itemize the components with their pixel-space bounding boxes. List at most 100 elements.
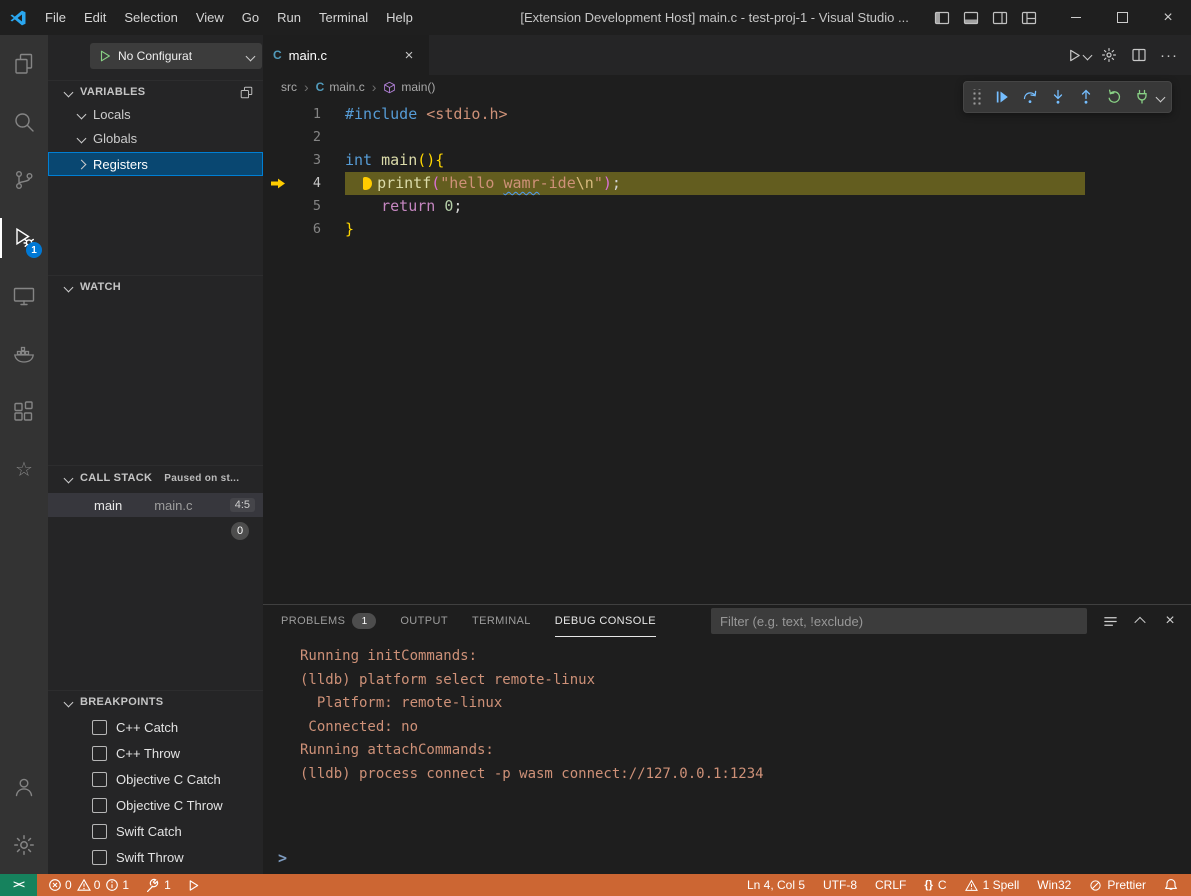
breadcrumb-symbol[interactable]: main(): [383, 80, 435, 94]
debug-config-dropdown[interactable]: No Configurat: [90, 43, 262, 69]
menu-selection[interactable]: Selection: [115, 0, 186, 35]
run-file-button[interactable]: [1067, 43, 1091, 67]
menu-run[interactable]: Run: [268, 0, 310, 35]
breadcrumb-file[interactable]: C main.c: [316, 80, 365, 94]
more-actions-button[interactable]: ···: [1157, 43, 1181, 67]
sidebar-item-search[interactable]: [0, 93, 48, 151]
panel-tab-terminal[interactable]: TERMINAL: [472, 605, 531, 637]
remote-indicator[interactable]: ><: [0, 874, 37, 896]
breakpoint-checkbox[interactable]: [92, 772, 107, 787]
notifications-button[interactable]: [1159, 878, 1183, 892]
folding-margin[interactable]: [321, 195, 345, 218]
problems-status[interactable]: 0 0 1: [43, 878, 134, 892]
menu-view[interactable]: View: [187, 0, 233, 35]
copy-icon[interactable]: [240, 86, 253, 99]
step-out-button[interactable]: [1073, 84, 1099, 110]
folding-margin[interactable]: [321, 172, 345, 195]
breakpoint-c-catch[interactable]: C++ Catch: [48, 714, 263, 740]
sidebar-item-favorites[interactable]: ☆: [0, 441, 48, 499]
tools-status[interactable]: 1: [140, 878, 176, 892]
section-header-call-stack[interactable]: CALL STACK Paused on st...: [48, 465, 263, 490]
code-line-6[interactable]: 6}: [263, 218, 1191, 241]
split-editor-button[interactable]: [1127, 43, 1151, 67]
menu-go[interactable]: Go: [233, 0, 268, 35]
console-lines-icon[interactable]: [1099, 610, 1121, 632]
breakpoint-c-throw[interactable]: C++ Throw: [48, 740, 263, 766]
sidebar-item-extensions[interactable]: [0, 383, 48, 441]
breakpoint-checkbox[interactable]: [92, 720, 107, 735]
sidebar-item-remote-explorer[interactable]: [0, 267, 48, 325]
code-line-3[interactable]: 3int main(){: [263, 149, 1191, 172]
code-line-2[interactable]: 2: [263, 126, 1191, 149]
breakpoint-checkbox[interactable]: [92, 746, 107, 761]
breakpoint-checkbox[interactable]: [92, 850, 107, 865]
close-tab-icon[interactable]: ×: [399, 45, 419, 65]
code-line-5[interactable]: 5 return 0;: [263, 195, 1191, 218]
continue-button[interactable]: [989, 84, 1015, 110]
code-area[interactable]: 1#include <stdio.h>23int main(){4 printf…: [263, 99, 1191, 604]
language-mode[interactable]: {} C: [919, 878, 951, 892]
folding-margin[interactable]: [321, 103, 345, 126]
variables-group-registers[interactable]: Registers: [48, 152, 263, 176]
breakpoint-gutter[interactable]: [263, 195, 293, 218]
toggle-panel-icon[interactable]: [962, 9, 979, 26]
toggle-sidebar-icon[interactable]: [933, 9, 950, 26]
accounts-button[interactable]: [0, 758, 48, 816]
maximize-panel-icon[interactable]: [1129, 610, 1151, 632]
minimize-button[interactable]: [1053, 0, 1099, 35]
encoding-status[interactable]: UTF-8: [818, 878, 862, 892]
settings-button[interactable]: [0, 816, 48, 874]
step-over-button[interactable]: [1017, 84, 1043, 110]
sidebar-item-run-and-debug[interactable]: 1: [0, 209, 48, 267]
breakpoint-gutter[interactable]: [263, 172, 293, 195]
menu-file[interactable]: File: [36, 0, 75, 35]
breakpoint-gutter[interactable]: [263, 126, 293, 149]
section-header-breakpoints[interactable]: BREAKPOINTS: [48, 690, 263, 713]
toggle-secondary-sidebar-icon[interactable]: [991, 9, 1008, 26]
breakpoint-swift-catch[interactable]: Swift Catch: [48, 818, 263, 844]
folding-margin[interactable]: [321, 126, 345, 149]
sidebar-item-docker[interactable]: [0, 325, 48, 383]
toolbar-grip-icon[interactable]: [971, 89, 983, 106]
folding-margin[interactable]: [321, 149, 345, 172]
breakpoint-gutter[interactable]: [263, 103, 293, 126]
section-header-watch[interactable]: WATCH: [48, 275, 263, 298]
menu-help[interactable]: Help: [377, 0, 422, 35]
cursor-position[interactable]: Ln 4, Col 5: [742, 878, 810, 892]
call-stack-frame[interactable]: main main.c 4:5: [48, 493, 263, 517]
menu-terminal[interactable]: Terminal: [310, 0, 377, 35]
breadcrumb-folder[interactable]: src: [281, 80, 297, 94]
sidebar-item-explorer[interactable]: [0, 35, 48, 93]
menu-edit[interactable]: Edit: [75, 0, 115, 35]
breakpoint-gutter[interactable]: [263, 149, 293, 172]
chevron-down-icon[interactable]: [1154, 94, 1166, 101]
customize-layout-icon[interactable]: [1020, 9, 1037, 26]
sidebar-item-source-control[interactable]: [0, 151, 48, 209]
tab-main-c[interactable]: C main.c ×: [263, 35, 429, 75]
restart-button[interactable]: [1101, 84, 1127, 110]
panel-tab-output[interactable]: OUTPUT: [400, 605, 448, 637]
variables-group-locals[interactable]: Locals: [48, 102, 263, 126]
breakpoint-objective-c-catch[interactable]: Objective C Catch: [48, 766, 263, 792]
breakpoint-checkbox[interactable]: [92, 824, 107, 839]
debug-console-filter-input[interactable]: [711, 608, 1087, 634]
prettier-status[interactable]: Prettier: [1084, 878, 1151, 892]
breakpoint-checkbox[interactable]: [92, 798, 107, 813]
breakpoint-objective-c-throw[interactable]: Objective C Throw: [48, 792, 263, 818]
close-window-button[interactable]: ×: [1145, 0, 1191, 35]
platform-status[interactable]: Win32: [1032, 878, 1076, 892]
breakpoint-gutter[interactable]: [263, 218, 293, 241]
debug-status[interactable]: [182, 879, 205, 892]
panel-tab-debug-console[interactable]: DEBUG CONSOLE: [555, 605, 656, 637]
spell-checker-status[interactable]: 1 Spell: [960, 878, 1025, 892]
eol-status[interactable]: CRLF: [870, 878, 911, 892]
editor-settings-button[interactable]: [1097, 43, 1121, 67]
panel-tab-problems[interactable]: PROBLEMS1: [281, 605, 376, 637]
disconnect-button[interactable]: [1129, 84, 1155, 110]
close-panel-icon[interactable]: ×: [1159, 610, 1181, 632]
step-into-button[interactable]: [1045, 84, 1071, 110]
variables-group-globals[interactable]: Globals: [48, 126, 263, 150]
start-debug-icon[interactable]: [98, 49, 112, 63]
code-line-4[interactable]: 4 printf("hello wamr-ide\n");: [263, 172, 1191, 195]
console-input-prompt[interactable]: >: [278, 849, 287, 867]
